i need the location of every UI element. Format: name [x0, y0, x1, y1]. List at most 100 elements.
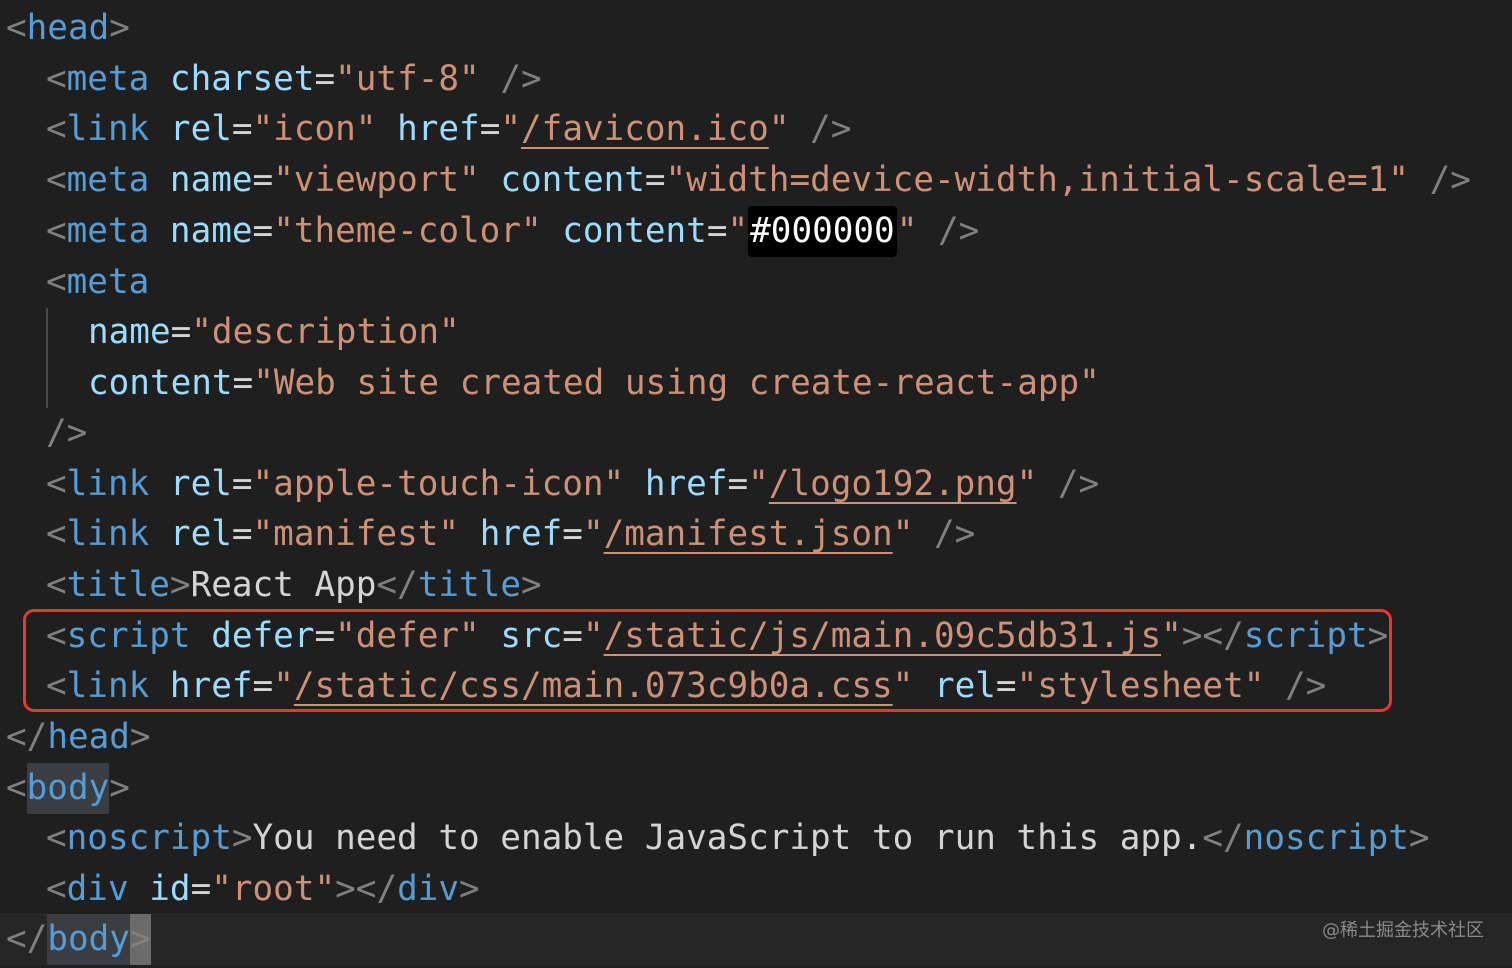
code-token: />	[934, 514, 976, 554]
code-token: <	[46, 565, 67, 605]
code-line[interactable]: <meta	[0, 257, 1512, 308]
code-token: meta	[66, 211, 150, 251]
code-line[interactable]: </head>	[0, 712, 1512, 763]
code-token: =	[252, 160, 274, 200]
code-token: "utf-8"	[335, 59, 480, 99]
code-token: "description"	[191, 312, 460, 352]
code-token: React App	[190, 565, 377, 605]
code-token: <	[46, 869, 67, 909]
code-token: id	[149, 869, 191, 909]
code-token: />	[500, 59, 542, 99]
code-token: "manifest"	[252, 514, 460, 554]
code-line[interactable]: <link rel="apple-touch-icon" href="/logo…	[0, 459, 1512, 510]
code-token: >	[231, 818, 253, 858]
annotation-highlight-box	[23, 609, 1392, 712]
code-token: >	[109, 768, 130, 808]
code-token: div	[66, 869, 129, 909]
code-line[interactable]: <meta name="viewport" content="width=dev…	[0, 155, 1512, 206]
code-token: </	[6, 919, 48, 959]
code-token: <	[46, 262, 67, 302]
code-line[interactable]: </body>	[0, 914, 1512, 965]
code-token: =	[190, 869, 212, 909]
code-token: title	[66, 565, 170, 605]
code-token: meta	[66, 262, 150, 302]
code-token: head	[47, 717, 130, 757]
code-line[interactable]: <meta charset="utf-8" />	[0, 54, 1512, 105]
code-token: "	[500, 109, 522, 149]
code-token: name	[88, 312, 171, 352]
code-token: />	[938, 211, 980, 251]
code-token: </	[6, 717, 48, 757]
code-token: =	[562, 514, 583, 554]
code-token: rel	[169, 109, 232, 149]
code-token: =	[231, 464, 253, 504]
code-token: />	[810, 109, 852, 149]
code-line[interactable]: <head>	[0, 3, 1512, 54]
code-token: link	[66, 514, 150, 554]
code-editor[interactable]: <head> <meta charset="utf-8" /> <link rel=…	[0, 0, 1512, 968]
code-token: =	[706, 211, 728, 251]
code-token: "	[768, 109, 790, 149]
code-line[interactable]: <noscript>You need to enable JavaScript …	[0, 813, 1512, 864]
code-token: content	[500, 160, 645, 200]
code-token: <	[46, 464, 67, 504]
code-token: <	[46, 514, 67, 554]
code-token: body	[47, 914, 130, 965]
code-token: /favicon.ico	[521, 109, 769, 149]
code-token: <	[46, 211, 67, 251]
code-token: "icon"	[252, 109, 377, 149]
code-token: "	[727, 211, 749, 251]
code-token: div	[397, 869, 460, 909]
code-line[interactable]: <link rel="icon" href="/favicon.ico" />	[0, 104, 1512, 155]
code-token: noscript	[66, 818, 232, 858]
code-token: >	[169, 565, 191, 605]
code-line[interactable]: <meta name="theme-color" content="#00000…	[0, 206, 1512, 257]
code-token: <	[46, 109, 67, 149]
code-token: >	[129, 717, 151, 757]
code-line[interactable]: <link rel="manifest" href="/manifest.jso…	[0, 509, 1512, 560]
code-token: =	[644, 160, 666, 200]
code-token: /logo192.png	[768, 464, 1017, 504]
code-token: link	[66, 109, 150, 149]
code-token: charset	[169, 59, 315, 99]
code-token: >	[1408, 818, 1430, 858]
code-token: "	[582, 514, 604, 554]
code-token: body	[26, 763, 110, 814]
code-line[interactable]: />	[0, 408, 1512, 459]
code-token: <	[46, 160, 67, 200]
code-token: "	[748, 464, 769, 504]
code-token: =	[479, 109, 501, 149]
code-line[interactable]: <title>React App</title>	[0, 560, 1512, 611]
code-token: "	[896, 211, 918, 251]
code-line[interactable]: <body>	[0, 763, 1512, 814]
code-token: You need to enable JavaScript to run thi…	[252, 818, 1203, 858]
code-token: href	[479, 514, 563, 554]
code-token: >	[459, 869, 480, 909]
code-token: =	[231, 514, 253, 554]
code-line[interactable]: <div id="root"></div>	[0, 864, 1512, 915]
code-token: "root"	[211, 869, 336, 909]
code-line[interactable]: content="Web site created using create-r…	[0, 358, 1512, 409]
code-token: </	[1202, 818, 1244, 858]
code-token: name	[169, 160, 253, 200]
code-token: meta	[66, 59, 150, 99]
code-token: />	[46, 413, 88, 453]
code-token: link	[66, 464, 150, 504]
code-token: "apple-touch-icon"	[252, 464, 625, 504]
code-token: title	[417, 565, 521, 605]
code-token: =	[170, 312, 192, 352]
code-line[interactable]: name="description"	[0, 307, 1512, 358]
